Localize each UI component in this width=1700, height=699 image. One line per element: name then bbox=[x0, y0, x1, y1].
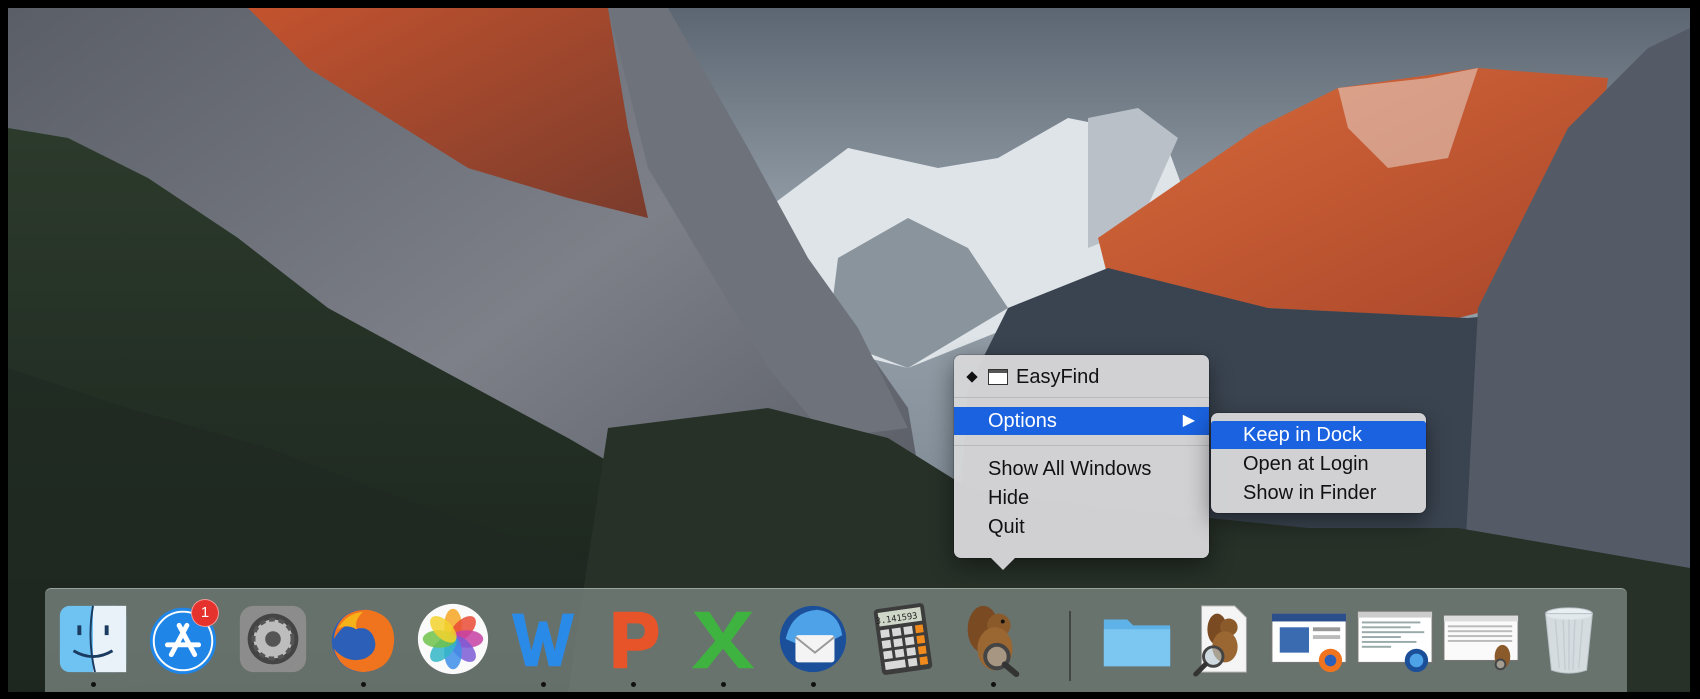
menu-item-open-at-login[interactable]: Open at Login bbox=[1211, 450, 1426, 478]
dock-item-easyfind-window[interactable] bbox=[1441, 599, 1521, 679]
menu-item-options[interactable]: Options ▶ bbox=[954, 407, 1209, 435]
running-indicator bbox=[541, 682, 546, 687]
dock-context-menu: EasyFind Options ▶ Show All Windows Hide… bbox=[954, 355, 1209, 558]
dock-divider bbox=[1069, 611, 1071, 681]
menu-separator bbox=[954, 397, 1209, 398]
excel-icon bbox=[691, 611, 755, 669]
submenu-arrow-icon: ▶ bbox=[1182, 412, 1195, 429]
desktop: EasyFind Options ▶ Show All Windows Hide… bbox=[8, 8, 1690, 692]
easyfind-document-icon bbox=[1193, 605, 1247, 677]
menu-item-quit[interactable]: Quit bbox=[954, 513, 1209, 541]
app-name-label: EasyFind bbox=[1016, 366, 1100, 388]
menu-item-hide[interactable]: Hide bbox=[954, 484, 1209, 512]
menu-item-keep-in-dock[interactable]: Keep in Dock bbox=[1211, 421, 1426, 449]
running-indicator bbox=[631, 682, 636, 687]
menu-item-app-window[interactable]: EasyFind bbox=[954, 363, 1209, 391]
running-indicator bbox=[811, 682, 816, 687]
running-indicator bbox=[991, 682, 996, 687]
dock-item-finder[interactable] bbox=[53, 599, 133, 687]
finder-icon bbox=[59, 605, 127, 673]
thunderbird-icon bbox=[779, 605, 847, 673]
menu-pointer bbox=[991, 558, 1015, 570]
dock-item-thunderbird-window[interactable] bbox=[1355, 599, 1435, 679]
dock-item-firefox-window[interactable] bbox=[1269, 599, 1349, 679]
running-indicator bbox=[721, 682, 726, 687]
active-window-diamond-icon bbox=[966, 371, 978, 383]
firefox-icon bbox=[331, 609, 395, 673]
menu-separator bbox=[954, 445, 1209, 446]
dock-item-word[interactable] bbox=[503, 599, 583, 687]
trash-icon bbox=[1545, 607, 1593, 674]
thunderbird-window-thumbnail bbox=[1357, 611, 1433, 673]
running-indicator bbox=[361, 682, 366, 687]
calculator-icon: 3.141593 bbox=[873, 603, 933, 675]
menu-item-show-all-windows[interactable]: Show All Windows bbox=[954, 455, 1209, 483]
easyfind-icon bbox=[967, 605, 1020, 678]
dock-item-easyfind-document[interactable] bbox=[1183, 599, 1263, 679]
system-preferences-icon bbox=[239, 605, 307, 673]
word-icon bbox=[511, 613, 575, 667]
dock-item-powerpoint[interactable] bbox=[593, 599, 673, 687]
dock-item-folder[interactable] bbox=[1097, 599, 1177, 679]
dock: 1 3.141593 bbox=[45, 588, 1627, 692]
dock-item-trash[interactable] bbox=[1529, 599, 1609, 679]
running-indicator bbox=[91, 682, 96, 687]
dock-item-easyfind[interactable] bbox=[953, 599, 1033, 687]
firefox-window-thumbnail bbox=[1271, 613, 1347, 673]
menu-item-show-in-finder[interactable]: Show in Finder bbox=[1211, 479, 1426, 507]
dock-item-thunderbird[interactable] bbox=[773, 599, 853, 687]
dock-item-excel[interactable] bbox=[683, 599, 763, 687]
downloads-folder-icon bbox=[1103, 619, 1171, 667]
photos-icon bbox=[417, 603, 489, 675]
window-icon bbox=[988, 369, 1008, 385]
dock-item-firefox[interactable] bbox=[323, 599, 403, 687]
options-submenu: Keep in Dock Open at Login Show in Finde… bbox=[1211, 413, 1426, 513]
dock-item-photos[interactable] bbox=[413, 599, 493, 679]
powerpoint-icon bbox=[613, 611, 659, 669]
dock-item-system-preferences[interactable] bbox=[233, 599, 313, 679]
notification-badge: 1 bbox=[191, 599, 219, 627]
dock-item-app-store[interactable]: 1 bbox=[143, 599, 223, 679]
options-label: Options bbox=[988, 410, 1057, 432]
dock-item-calculator[interactable]: 3.141593 bbox=[863, 599, 943, 679]
easyfind-window-thumbnail bbox=[1443, 615, 1519, 671]
